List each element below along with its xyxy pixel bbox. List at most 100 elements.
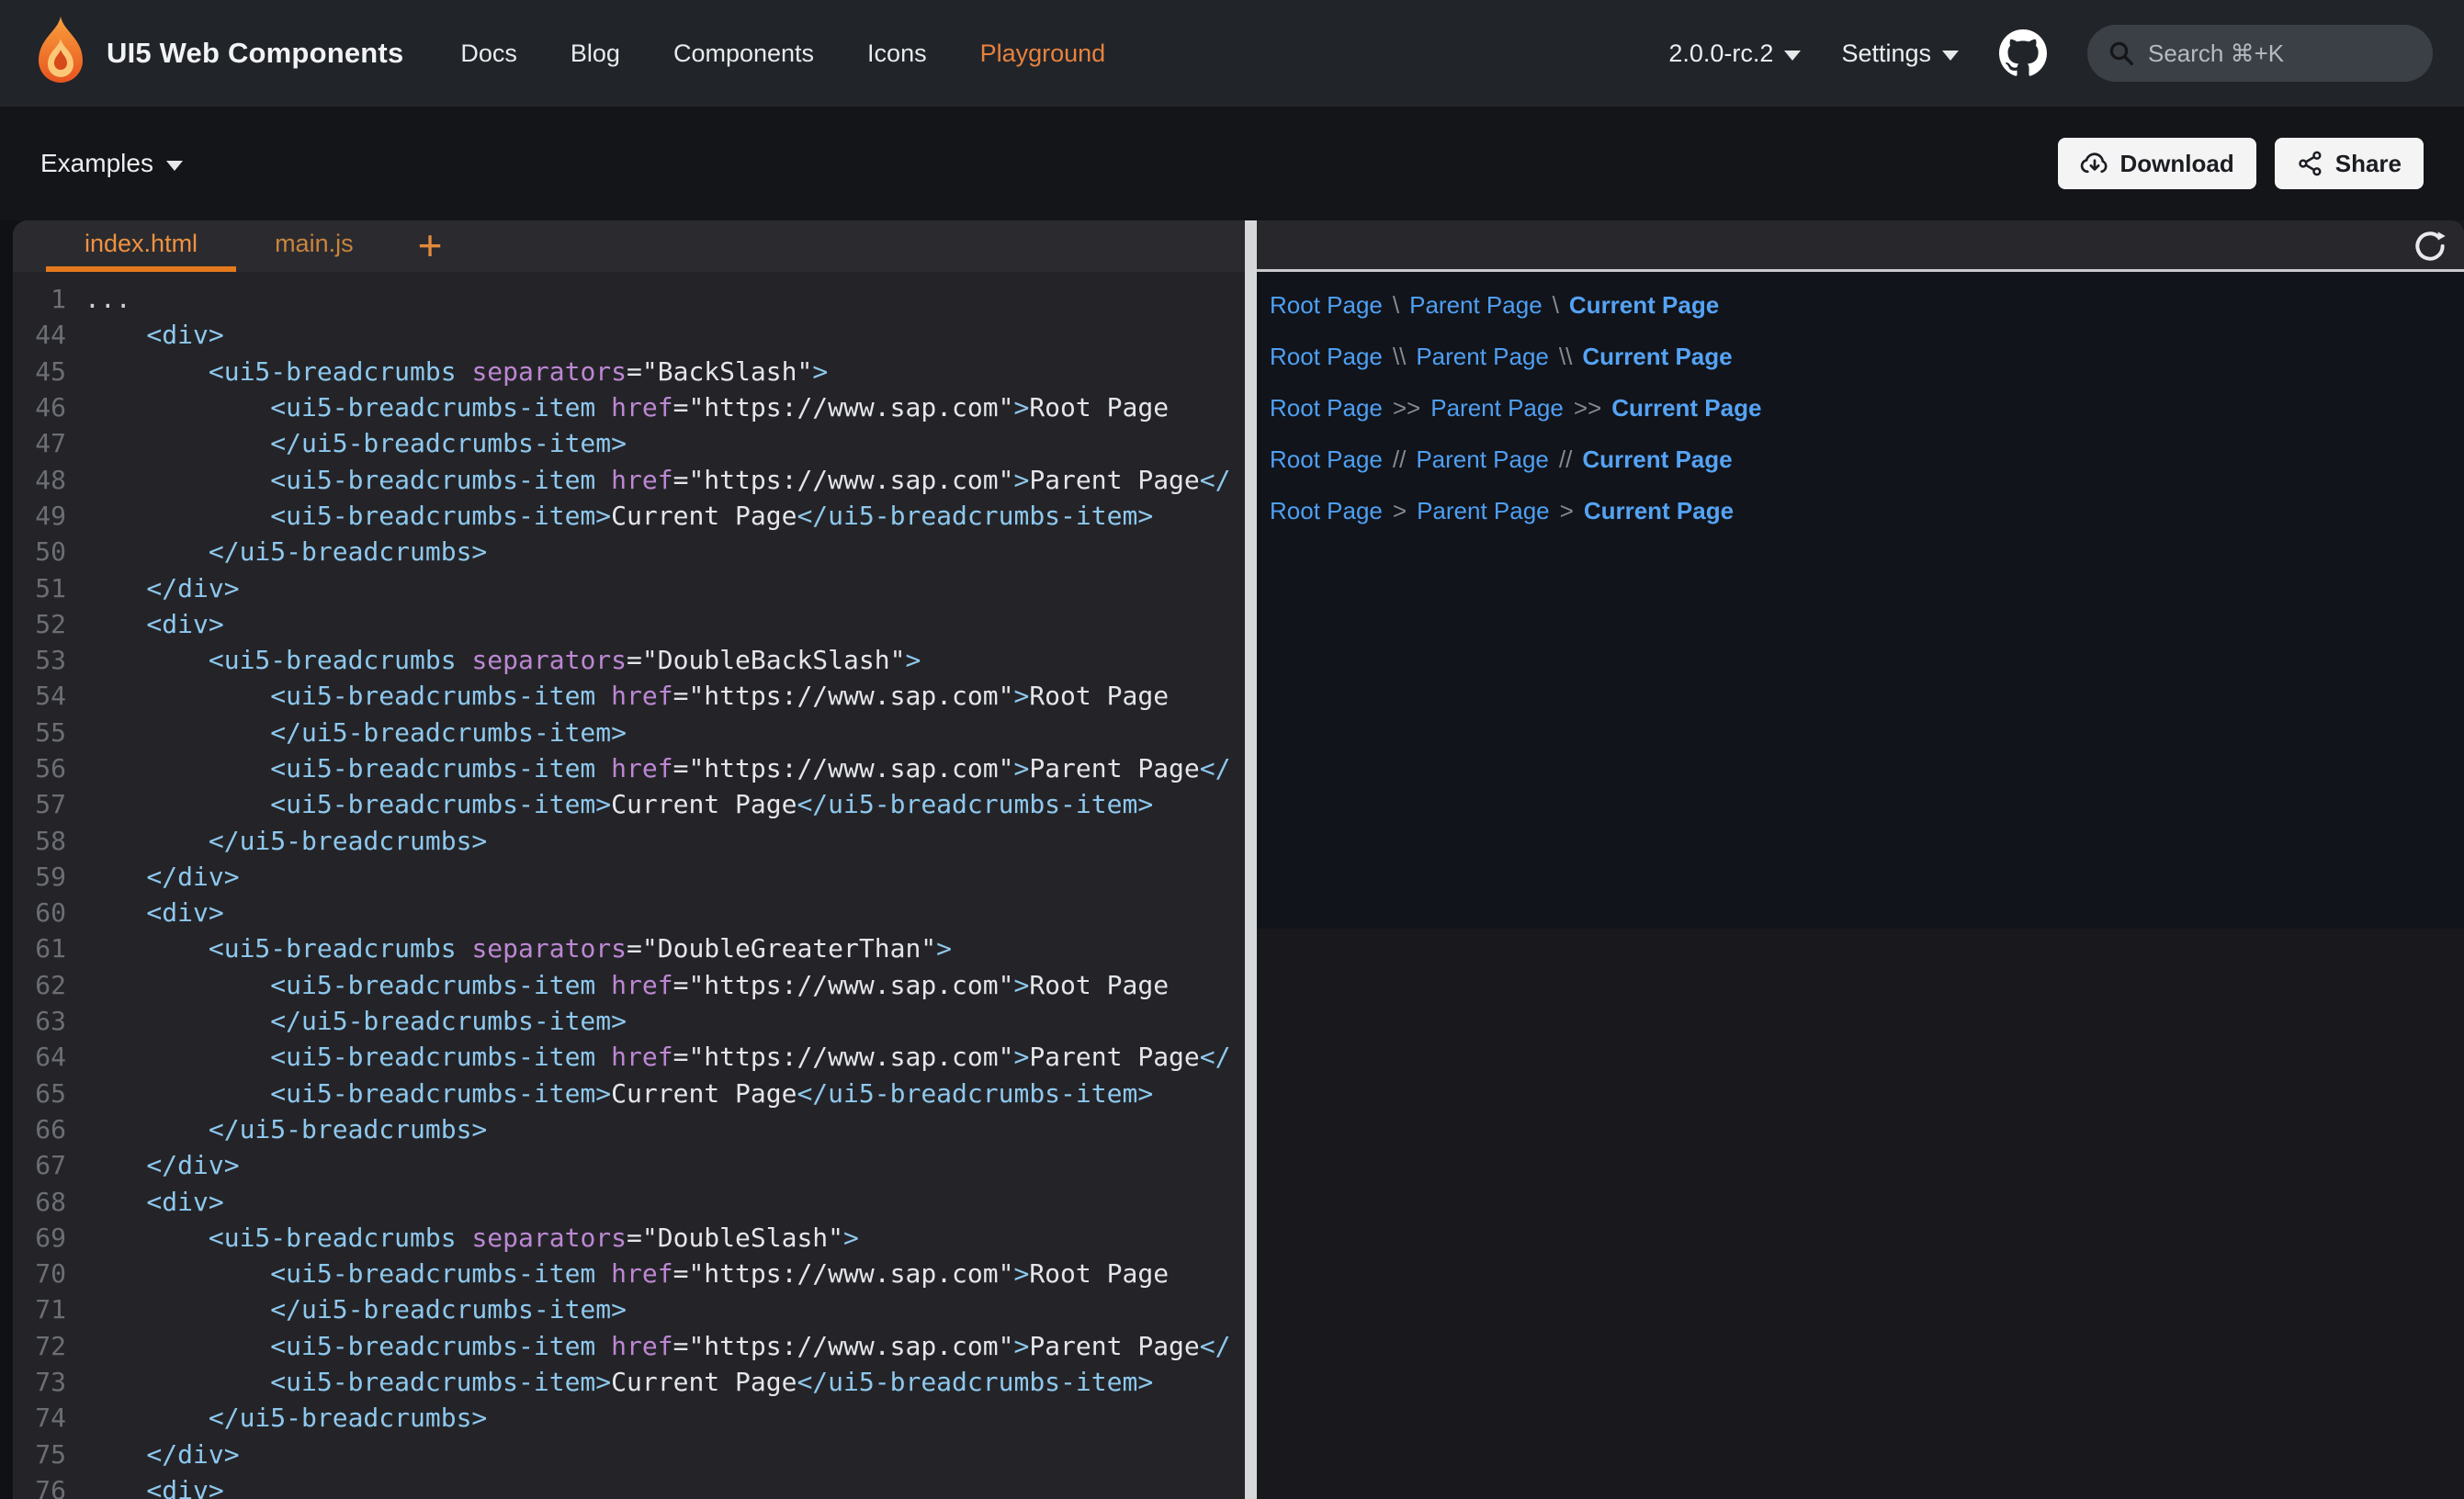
tab-index.html[interactable]: index.html [46, 220, 236, 272]
line-number: 62 [13, 970, 85, 1000]
code-line: 48<ui5-breadcrumbs-item href="https://ww… [13, 461, 1245, 497]
line-number: 68 [13, 1187, 85, 1217]
examples-bar: Examples Download Share [0, 107, 2464, 220]
preview-toolbar [1257, 220, 2464, 272]
breadcrumb-link[interactable]: Root Page [1270, 497, 1383, 525]
breadcrumb-link[interactable]: Parent Page [1416, 343, 1549, 371]
share-label: Share [2335, 150, 2402, 178]
examples-label: Examples [40, 149, 153, 178]
code-line: 58</ui5-breadcrumbs> [13, 822, 1245, 858]
breadcrumb-link[interactable]: Root Page [1270, 394, 1383, 423]
code-line: 47</ui5-breadcrumbs-item> [13, 425, 1245, 461]
breadcrumb-current: Current Page [1569, 291, 1719, 320]
breadcrumb-separator: > [1550, 497, 1584, 525]
nav-item-icons[interactable]: Icons [867, 39, 927, 68]
settings-dropdown[interactable]: Settings [1841, 39, 1959, 68]
code-line: 69<ui5-breadcrumbs separators="DoubleSla… [13, 1220, 1245, 1256]
code-line: 51</div> [13, 569, 1245, 605]
breadcrumb-separator: > [1383, 497, 1417, 525]
breadcrumb-link[interactable]: Parent Page [1416, 445, 1549, 474]
code-text: <ui5-breadcrumbs separators="DoubleGreat… [85, 933, 952, 964]
code-area[interactable]: 1...44<div>45<ui5-breadcrumbs separators… [13, 272, 1245, 1499]
code-text: <ui5-breadcrumbs-item href="https://www.… [85, 392, 1169, 423]
code-text: <ui5-breadcrumbs-item>Current Page</ui5-… [85, 501, 1153, 531]
code-text: </ui5-breadcrumbs-item> [85, 1006, 627, 1036]
plus-icon: + [418, 221, 443, 269]
breadcrumb-link[interactable]: Parent Page [1417, 497, 1550, 525]
line-number: 71 [13, 1294, 85, 1324]
playground-workspace: index.htmlmain.js + 1...44<div>45<ui5-br… [0, 220, 2464, 1499]
breadcrumb-link[interactable]: Parent Page [1430, 394, 1564, 423]
breadcrumb: Root Page>Parent Page>Current Page [1270, 485, 2464, 536]
code-text: ... [85, 284, 131, 314]
breadcrumb-separator: >> [1383, 394, 1430, 423]
code-text: </div> [85, 573, 240, 603]
line-number: 53 [13, 645, 85, 675]
share-icon [2297, 150, 2324, 177]
code-line: 68<div> [13, 1183, 1245, 1219]
line-number: 1 [13, 284, 85, 314]
tab-strip: index.htmlmain.js [46, 220, 392, 272]
search-input[interactable] [2148, 39, 2413, 68]
line-number: 48 [13, 465, 85, 495]
settings-label: Settings [1841, 39, 1931, 68]
version-label: 2.0.0-rc.2 [1668, 39, 1773, 68]
breadcrumb-separator: \\ [1549, 343, 1582, 371]
breadcrumb-link[interactable]: Root Page [1270, 445, 1383, 474]
line-number: 67 [13, 1150, 85, 1180]
breadcrumb-separator: // [1549, 445, 1582, 474]
code-line: 67</div> [13, 1147, 1245, 1183]
breadcrumb-current: Current Page [1582, 445, 1732, 474]
add-tab-button[interactable]: + [392, 224, 469, 272]
chevron-down-icon [1942, 51, 1959, 61]
version-dropdown[interactable]: 2.0.0-rc.2 [1668, 39, 1801, 68]
breadcrumb-separator: \ [1543, 291, 1569, 320]
app-header: UI5 Web Components DocsBlogComponentsIco… [0, 0, 2464, 107]
nav-item-blog[interactable]: Blog [571, 39, 620, 68]
bar-actions: Download Share [2058, 138, 2424, 189]
code-text: <ui5-breadcrumbs-item href="https://www.… [85, 753, 1230, 783]
code-line: 60<div> [13, 895, 1245, 930]
share-button[interactable]: Share [2275, 138, 2424, 189]
breadcrumb-separator: \\ [1383, 343, 1416, 371]
code-text: <ui5-breadcrumbs-item href="https://www.… [85, 1331, 1230, 1361]
preview-pane: Root Page\Parent Page\Current PageRoot P… [1257, 220, 2464, 1499]
line-number: 46 [13, 392, 85, 423]
cloud-download-icon [2080, 149, 2109, 178]
download-button[interactable]: Download [2058, 138, 2256, 189]
line-number: 52 [13, 609, 85, 639]
breadcrumb-link[interactable]: Root Page [1270, 343, 1383, 371]
code-text: <div> [85, 320, 224, 350]
github-icon[interactable] [1999, 29, 2047, 77]
splitter-handle[interactable] [1245, 220, 1257, 1499]
nav-item-playground[interactable]: Playground [980, 39, 1106, 68]
preview-content: Root Page\Parent Page\Current PageRoot P… [1257, 272, 2464, 929]
line-number: 74 [13, 1403, 85, 1433]
nav-item-docs[interactable]: Docs [460, 39, 517, 68]
code-text: </ui5-breadcrumbs-item> [85, 1294, 627, 1324]
breadcrumb-link[interactable]: Parent Page [1409, 291, 1543, 320]
line-number: 58 [13, 826, 85, 856]
code-line: 74</ui5-breadcrumbs> [13, 1400, 1245, 1436]
code-text: </ui5-breadcrumbs-item> [85, 717, 627, 748]
code-editor-panel: index.htmlmain.js + 1...44<div>45<ui5-br… [13, 220, 1245, 1499]
breadcrumb-link[interactable]: Root Page [1270, 291, 1383, 320]
line-number: 60 [13, 897, 85, 928]
code-line: 57<ui5-breadcrumbs-item>Current Page</ui… [13, 786, 1245, 822]
code-line: 56<ui5-breadcrumbs-item href="https://ww… [13, 750, 1245, 786]
code-line: 62<ui5-breadcrumbs-item href="https://ww… [13, 967, 1245, 1003]
breadcrumb: Root Page\\Parent Page\\Current Page [1270, 331, 2464, 382]
nav-item-components[interactable]: Components [673, 39, 814, 68]
code-text: </ui5-breadcrumbs> [85, 536, 487, 567]
header-right: 2.0.0-rc.2 Settings [1668, 25, 2433, 82]
examples-dropdown[interactable]: Examples [40, 149, 183, 178]
code-text: <ui5-breadcrumbs-item>Current Page</ui5-… [85, 789, 1153, 819]
code-text: <ui5-breadcrumbs separators="DoubleBackS… [85, 645, 921, 675]
line-number: 59 [13, 862, 85, 892]
tab-main.js[interactable]: main.js [236, 220, 392, 272]
line-number: 75 [13, 1439, 85, 1470]
refresh-button[interactable] [2411, 228, 2449, 266]
line-number: 73 [13, 1367, 85, 1397]
line-number: 63 [13, 1006, 85, 1036]
breadcrumb-current: Current Page [1582, 343, 1732, 371]
